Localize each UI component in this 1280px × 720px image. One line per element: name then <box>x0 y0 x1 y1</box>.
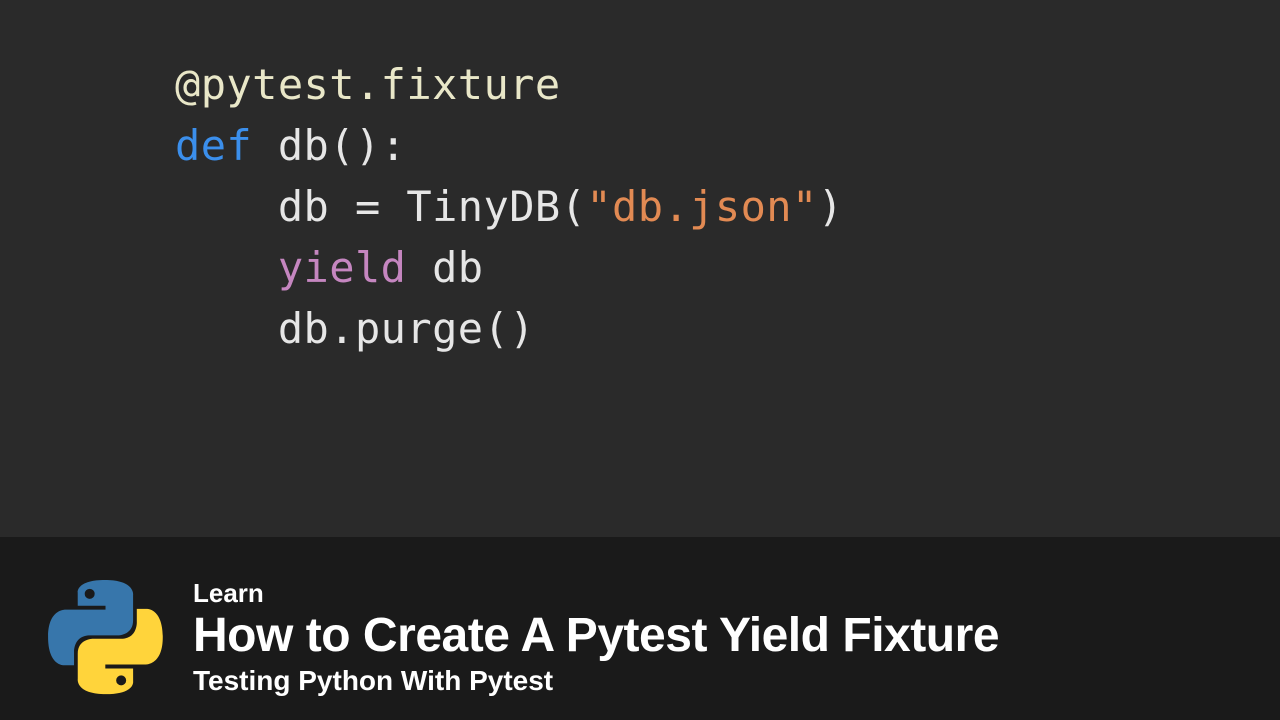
code-line-2: def db(): <box>175 116 1280 177</box>
code-token: db <box>278 121 329 170</box>
code-token: (): <box>329 121 406 170</box>
footer-bar: Learn How to Create A Pytest Yield Fixtu… <box>0 555 1280 720</box>
code-line-1: @pytest.fixture <box>175 55 1280 116</box>
code-token: "db.json" <box>586 182 817 231</box>
main-title: How to Create A Pytest Yield Fixture <box>193 611 999 661</box>
code-token: @pytest.fixture <box>175 60 561 109</box>
code-token: ( <box>561 182 587 231</box>
kicker-text: Learn <box>193 578 999 609</box>
code-token: db <box>278 304 329 353</box>
code-line-5: db.purge() <box>175 299 1280 360</box>
code-token: () <box>484 304 535 353</box>
subtitle-text: Testing Python With Pytest <box>193 665 999 697</box>
code-token: yield <box>278 243 432 292</box>
code-line-4: yield db <box>175 238 1280 299</box>
code-token: db <box>432 243 483 292</box>
code-line-3: db = TinyDB("db.json") <box>175 177 1280 238</box>
code-token: = <box>355 182 406 231</box>
code-token: . <box>329 304 355 353</box>
divider <box>0 537 1280 555</box>
code-token: ) <box>818 182 844 231</box>
code-token: TinyDB <box>406 182 560 231</box>
code-token: purge <box>355 304 484 353</box>
python-logo-icon <box>48 580 163 695</box>
code-token: def <box>175 121 278 170</box>
thumbnail-card: @pytest.fixturedef db(): db = TinyDB("db… <box>0 0 1280 720</box>
code-snippet: @pytest.fixturedef db(): db = TinyDB("db… <box>0 0 1280 537</box>
title-block: Learn How to Create A Pytest Yield Fixtu… <box>193 578 999 697</box>
code-token: db <box>278 182 355 231</box>
